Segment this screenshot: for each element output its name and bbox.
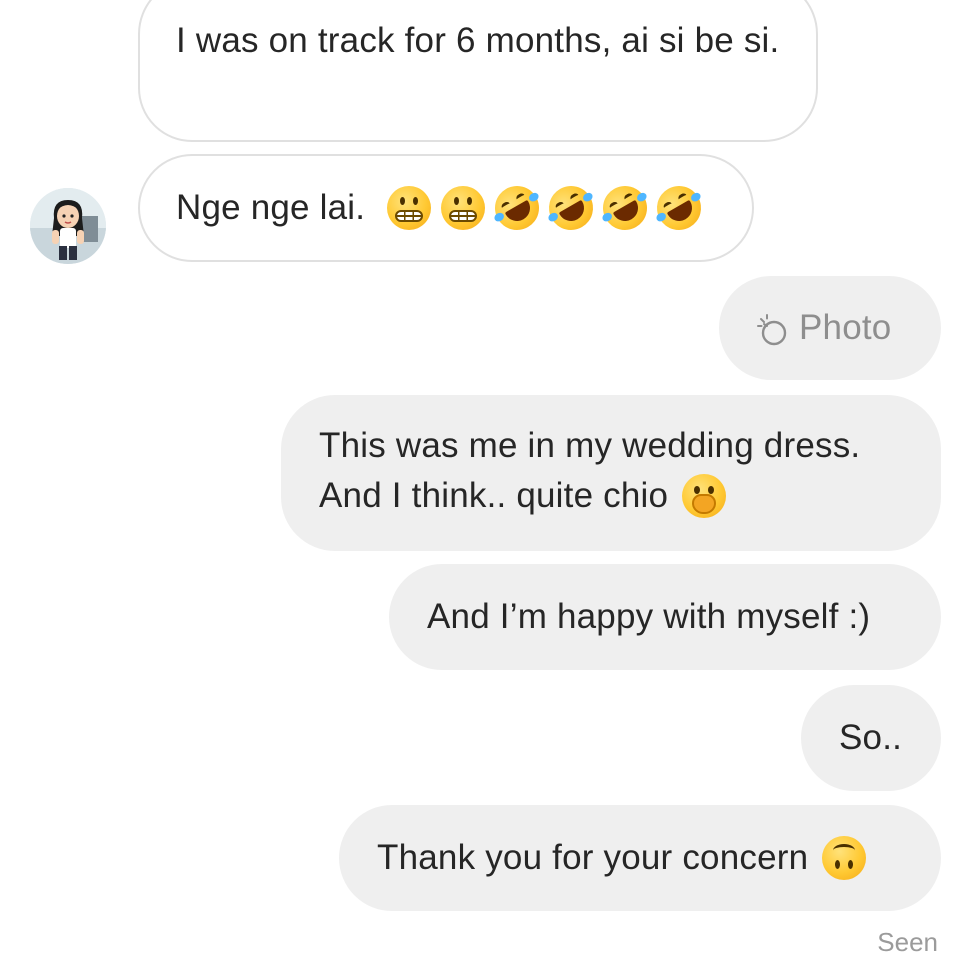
viewed-photo-icon xyxy=(755,311,789,346)
rolling-on-floor-laughing-icon xyxy=(595,177,656,239)
rolling-on-floor-laughing-icon xyxy=(487,177,548,239)
photo-label: Photo xyxy=(799,308,892,347)
outgoing-message-bubble[interactable]: And I’m happy with myself :) xyxy=(389,564,941,670)
seen-status: Seen xyxy=(877,927,938,957)
outgoing-message-bubble[interactable]: Thank you for your concern xyxy=(339,805,941,911)
avatar[interactable] xyxy=(30,188,106,264)
message-text-line: This was me in my wedding dress. xyxy=(319,426,861,465)
message-text: Thank you for your concern xyxy=(377,838,809,877)
message-text: So.. xyxy=(839,718,903,757)
incoming-message-bubble[interactable]: Nge nge lai. xyxy=(138,154,754,262)
upside-down-face-icon xyxy=(822,836,867,880)
bitmoji-avatar-icon xyxy=(30,188,106,264)
incoming-message-bubble[interactable]: I was on track for 6 months, ai si be si… xyxy=(138,0,818,142)
message-text: Nge nge lai. xyxy=(176,188,366,227)
message-text-line: And I think.. quite chio xyxy=(319,476,669,515)
message-text: I was on track for 6 months, ai si be si… xyxy=(176,21,780,60)
photo-message-bubble[interactable]: Photo xyxy=(719,276,941,380)
face-with-hand-over-mouth-icon xyxy=(682,474,727,518)
grimacing-face-icon xyxy=(441,186,486,230)
rolling-on-floor-laughing-icon xyxy=(649,177,710,239)
rolling-on-floor-laughing-icon xyxy=(541,177,602,239)
outgoing-message-bubble[interactable]: So.. xyxy=(801,685,941,791)
outgoing-message-bubble[interactable]: This was me in my wedding dress. And I t… xyxy=(281,395,941,551)
message-text: And I’m happy with myself :) xyxy=(427,597,871,636)
grimacing-face-icon xyxy=(387,186,432,230)
